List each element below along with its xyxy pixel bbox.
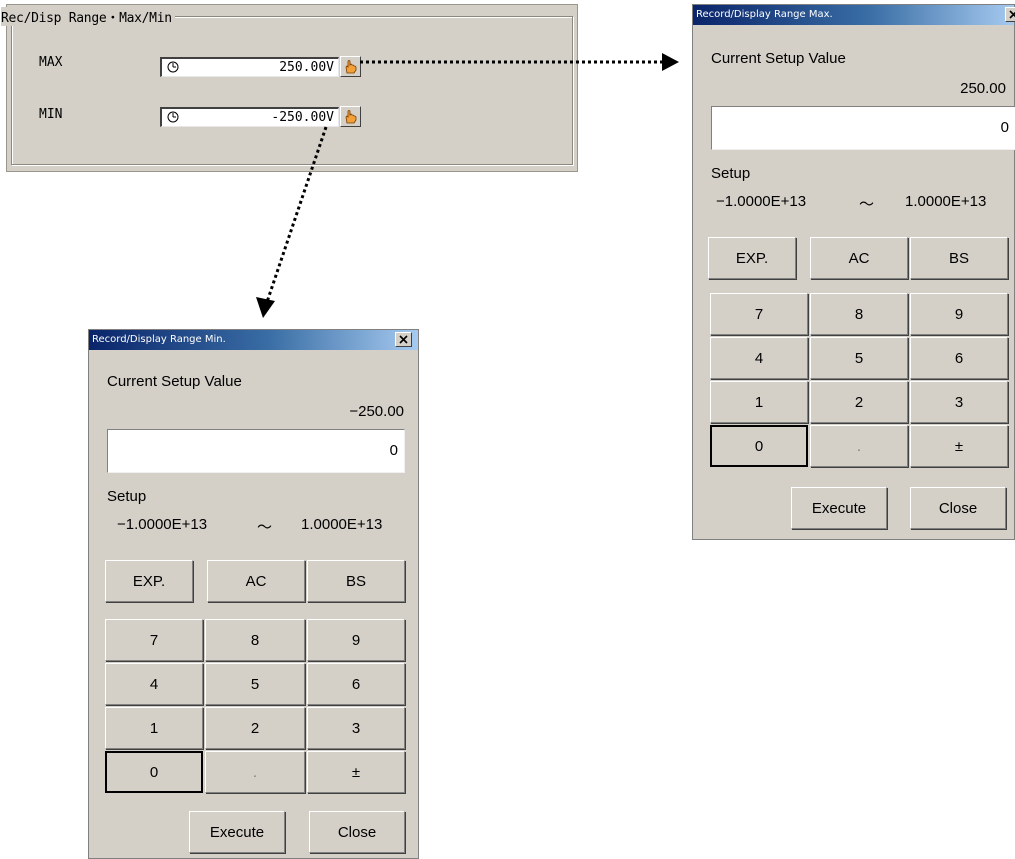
current-setup-label: Current Setup Value <box>107 373 242 390</box>
key-decimal[interactable]: . <box>205 751 305 793</box>
key-decimal[interactable]: . <box>810 425 908 467</box>
key-9[interactable]: 9 <box>910 293 1008 335</box>
key-0[interactable]: 0 <box>105 751 203 793</box>
key-8[interactable]: 8 <box>205 619 305 661</box>
execute-button[interactable]: Execute <box>189 811 285 853</box>
close-icon[interactable] <box>395 332 412 347</box>
value-input[interactable]: 0 <box>107 429 405 473</box>
ac-button[interactable]: AC <box>810 237 908 279</box>
exp-button[interactable]: EXP. <box>708 237 796 279</box>
current-setup-label: Current Setup Value <box>711 50 846 67</box>
key-6[interactable]: 6 <box>910 337 1008 379</box>
key-5[interactable]: 5 <box>810 337 908 379</box>
range-low: −1.0000E+13 <box>716 193 807 210</box>
key-1[interactable]: 1 <box>710 381 808 423</box>
key-plus-minus[interactable]: ± <box>910 425 1008 467</box>
key-4[interactable]: 4 <box>710 337 808 379</box>
key-5[interactable]: 5 <box>205 663 305 705</box>
key-8[interactable]: 8 <box>810 293 908 335</box>
setup-label: Setup <box>711 165 751 182</box>
dialog-title: Record/Display Range Min. <box>89 330 418 350</box>
execute-button[interactable]: Execute <box>791 487 887 529</box>
close-button[interactable]: Close <box>309 811 405 853</box>
ac-button[interactable]: AC <box>207 560 305 602</box>
key-3[interactable]: 3 <box>307 707 405 749</box>
key-2[interactable]: 2 <box>810 381 908 423</box>
setup-label: Setup <box>107 488 147 505</box>
value-input[interactable]: 0 <box>711 106 1015 150</box>
range-high: 1.0000E+13 <box>905 193 987 210</box>
bs-button[interactable]: BS <box>910 237 1008 279</box>
key-6[interactable]: 6 <box>307 663 405 705</box>
key-3[interactable]: 3 <box>910 381 1008 423</box>
range-high: 1.0000E+13 <box>301 516 383 533</box>
dialog-range-min: Record/Display Range Min. Current Setup … <box>88 329 419 859</box>
key-7[interactable]: 7 <box>105 619 203 661</box>
current-setup-value: 250.00 <box>960 80 1006 97</box>
close-button[interactable]: Close <box>910 487 1006 529</box>
close-icon[interactable] <box>1005 7 1015 22</box>
dialog-range-max: Record/Display Range Max. Current Setup … <box>692 4 1015 540</box>
current-setup-value: −250.00 <box>349 403 404 420</box>
key-9[interactable]: 9 <box>307 619 405 661</box>
key-4[interactable]: 4 <box>105 663 203 705</box>
key-0[interactable]: 0 <box>710 425 808 467</box>
dialog-title: Record/Display Range Max. <box>693 5 1014 25</box>
range-separator: ～ <box>257 519 273 536</box>
range-low: −1.0000E+13 <box>117 516 208 533</box>
key-2[interactable]: 2 <box>205 707 305 749</box>
bs-button[interactable]: BS <box>307 560 405 602</box>
key-plus-minus[interactable]: ± <box>307 751 405 793</box>
key-7[interactable]: 7 <box>710 293 808 335</box>
range-separator: ～ <box>859 196 875 213</box>
exp-button[interactable]: EXP. <box>105 560 193 602</box>
key-1[interactable]: 1 <box>105 707 203 749</box>
